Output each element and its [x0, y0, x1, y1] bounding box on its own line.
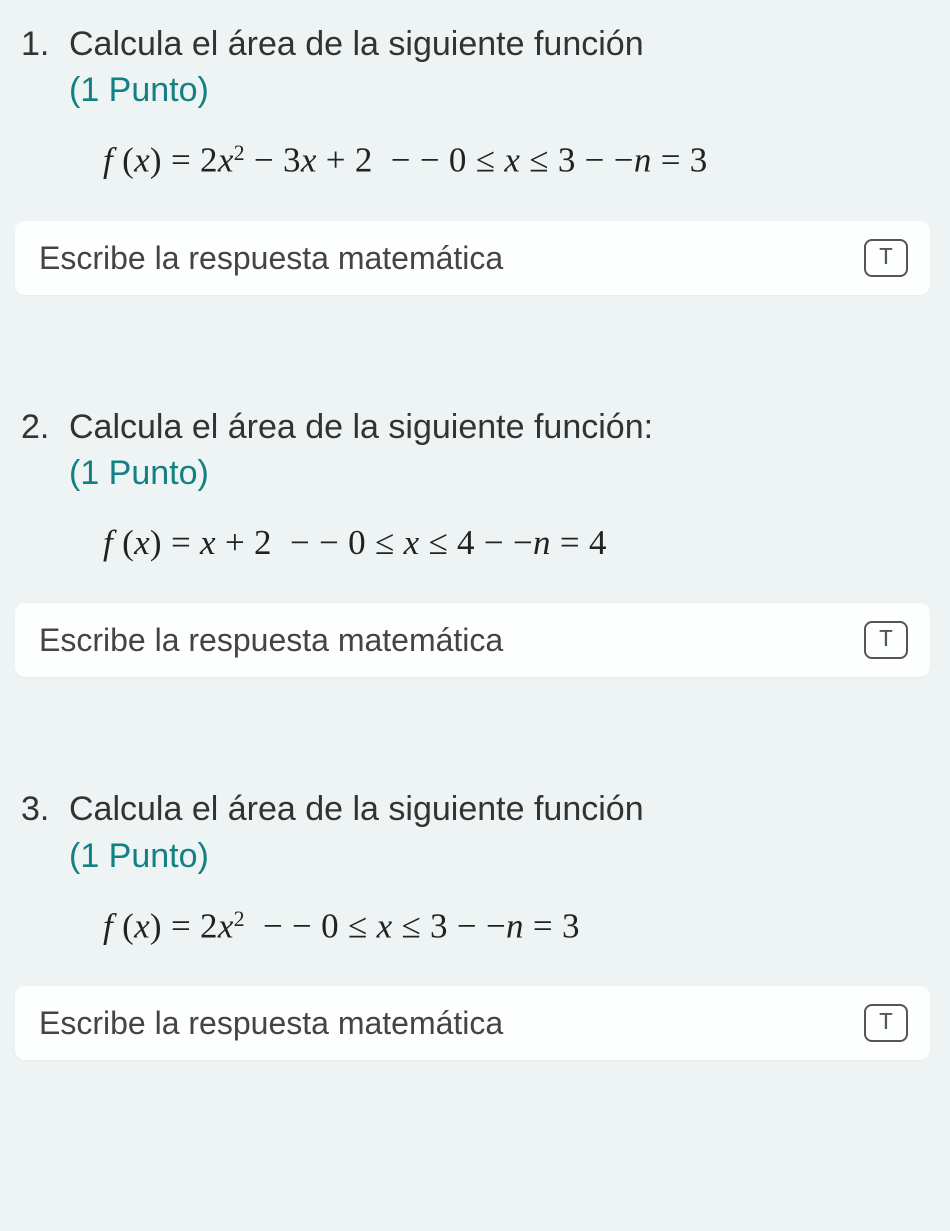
answer-placeholder: Escribe la respuesta matemática	[39, 240, 503, 277]
t-icon: T	[879, 627, 893, 654]
math-keyboard-button[interactable]: T	[864, 1004, 908, 1042]
question-3: 3. Calcula el área de la siguiente funci…	[15, 787, 930, 1060]
t-icon: T	[879, 245, 893, 272]
answer-input-box[interactable]: Escribe la respuesta matemática T	[15, 221, 930, 295]
answer-placeholder: Escribe la respuesta matemática	[39, 1005, 503, 1042]
question-equation: f (x) = x + 2 − − 0 ≤ x ≤ 4 − −n = 4	[103, 523, 930, 563]
question-points: (1 Punto)	[69, 451, 930, 495]
question-header: 3. Calcula el área de la siguiente funci…	[15, 787, 930, 877]
question-number: 2.	[21, 405, 59, 449]
question-2: 2. Calcula el área de la siguiente funci…	[15, 405, 930, 677]
question-title-block: Calcula el área de la siguiente función …	[69, 787, 930, 877]
question-number: 1.	[21, 22, 59, 66]
question-title: Calcula el área de la siguiente función:	[69, 405, 930, 449]
question-title-block: Calcula el área de la siguiente función …	[69, 22, 930, 112]
t-icon: T	[879, 1010, 893, 1037]
question-equation: f (x) = 2x2 − 3x + 2 − − 0 ≤ x ≤ 3 − −n …	[103, 140, 930, 181]
question-title-block: Calcula el área de la siguiente función:…	[69, 405, 930, 495]
math-keyboard-button[interactable]: T	[864, 239, 908, 277]
question-points: (1 Punto)	[69, 68, 930, 112]
question-1: 1. Calcula el área de la siguiente funci…	[15, 22, 930, 295]
answer-placeholder: Escribe la respuesta matemática	[39, 622, 503, 659]
question-points: (1 Punto)	[69, 834, 930, 878]
question-header: 1. Calcula el área de la siguiente funci…	[15, 22, 930, 112]
math-keyboard-button[interactable]: T	[864, 621, 908, 659]
question-title: Calcula el área de la siguiente función	[69, 22, 930, 66]
answer-input-box[interactable]: Escribe la respuesta matemática T	[15, 986, 930, 1060]
question-header: 2. Calcula el área de la siguiente funci…	[15, 405, 930, 495]
answer-input-box[interactable]: Escribe la respuesta matemática T	[15, 603, 930, 677]
question-number: 3.	[21, 787, 59, 831]
question-equation: f (x) = 2x2 − − 0 ≤ x ≤ 3 − −n = 3	[103, 906, 930, 947]
question-title: Calcula el área de la siguiente función	[69, 787, 930, 831]
